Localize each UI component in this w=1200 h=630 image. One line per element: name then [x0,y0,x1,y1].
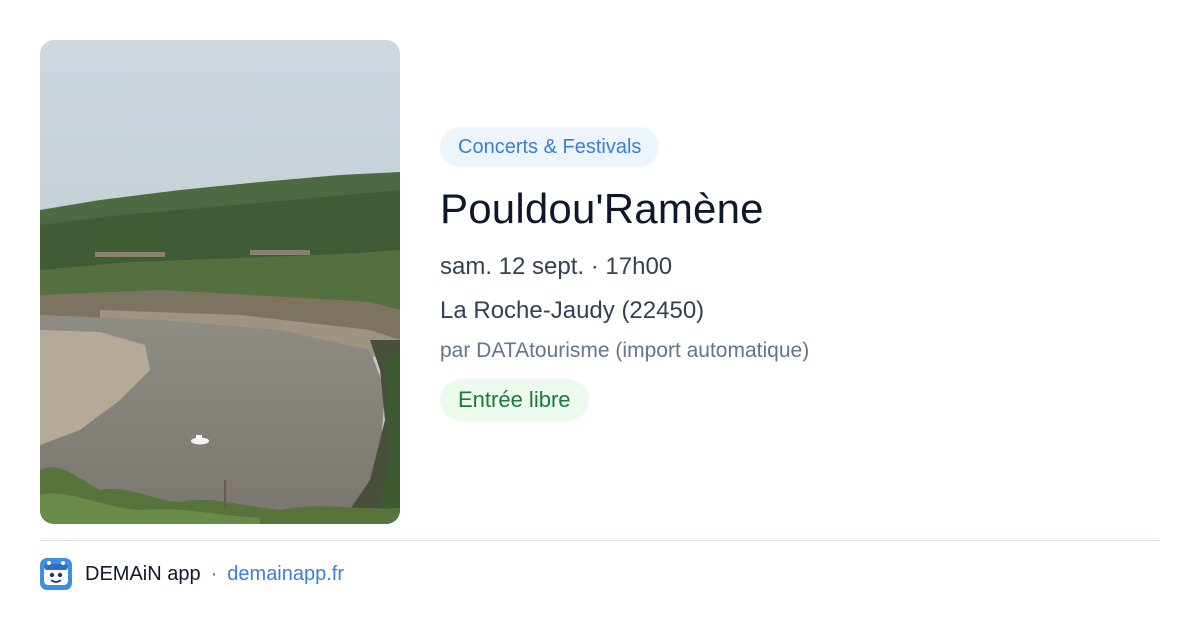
footer-separator: · [210,562,218,585]
event-organizer: par DATAtourisme (import automatique) [440,339,810,362]
event-location: La Roche-Jaudy (22450) [440,297,705,324]
event-datetime: sam. 12 sept. · 17h00 [440,253,673,280]
site-link[interactable]: demainapp.fr [227,563,344,586]
event-title: Pouldou'Ramène [440,185,764,232]
app-name: DEMAiN app [85,562,201,585]
footer-divider [40,540,1160,541]
price-badge: Entrée libre [440,379,589,421]
footer: DEMAiN app · demainapp.fr [40,558,344,590]
event-info: Concerts & Festivals Pouldou'Ramène sam.… [440,127,1160,421]
event-photo [40,40,400,524]
category-badge[interactable]: Concerts & Festivals [440,127,660,167]
demain-app-logo-icon [40,558,72,590]
